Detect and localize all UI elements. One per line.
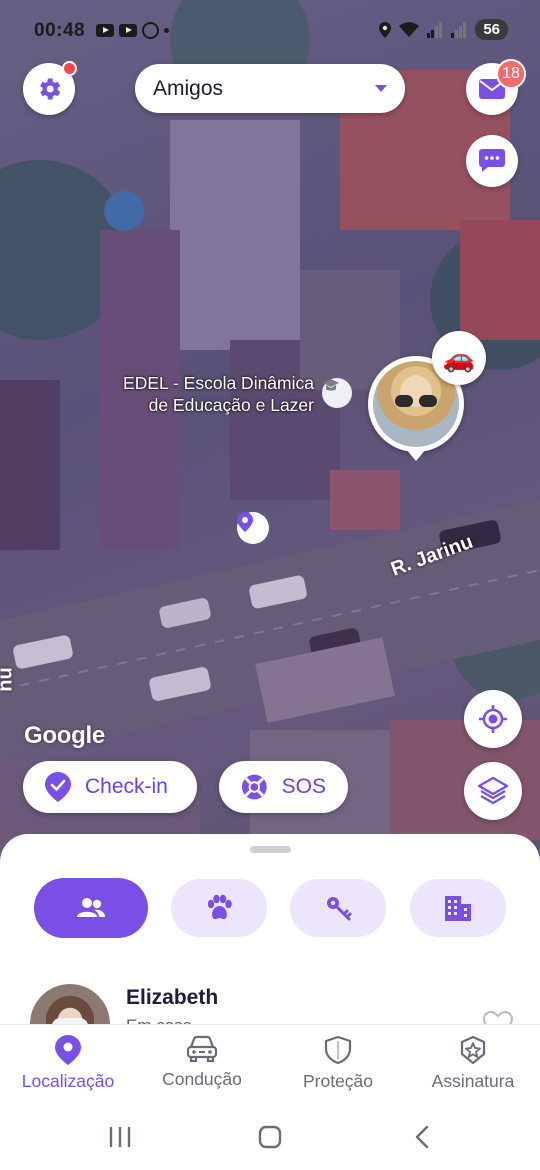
school-icon[interactable] <box>322 378 352 408</box>
bottom-sheet[interactable]: Elizabeth Em casa <box>0 834 540 1034</box>
car-icon <box>186 1035 218 1063</box>
group-selector-value: Amigos <box>153 76 224 100</box>
poi-name-line1: EDEL - Escola Dinâmica <box>123 373 314 393</box>
recent-apps-button[interactable] <box>100 1122 140 1152</box>
nav-label: Localização <box>21 1071 115 1091</box>
signal-icon <box>427 21 443 38</box>
youtube-icon <box>119 24 137 37</box>
poi-name-line2: de Educação e Lazer <box>148 395 314 415</box>
signal-icon <box>451 21 467 38</box>
shield-icon <box>324 1035 352 1065</box>
tab-buildings[interactable] <box>410 879 506 937</box>
sos-button[interactable]: SOS <box>219 761 348 813</box>
nav-protection[interactable]: Proteção <box>298 1035 378 1092</box>
people-icon <box>77 898 105 917</box>
location-icon <box>379 21 392 38</box>
sos-label: SOS <box>281 775 326 798</box>
checkin-icon <box>45 772 71 802</box>
lifebuoy-icon <box>241 774 267 800</box>
street-label-partial: nu <box>0 667 18 692</box>
nav-label: Condução <box>162 1069 242 1089</box>
chat-button[interactable] <box>466 135 518 187</box>
nav-label: Proteção <box>302 1071 374 1091</box>
crosshair-icon <box>479 705 507 733</box>
avatar-detail <box>395 395 437 407</box>
gear-icon <box>40 78 61 100</box>
recent-apps-icon <box>109 1127 131 1147</box>
tab-pets[interactable] <box>171 879 267 937</box>
poi-label[interactable]: EDEL - Escola Dinâmica de Educação e Laz… <box>123 372 314 416</box>
youtube-icon <box>96 24 114 37</box>
system-navigation-bar <box>0 1104 540 1170</box>
map-layers-button[interactable] <box>464 762 522 820</box>
buildings-icon <box>445 896 471 921</box>
whatsapp-icon <box>142 22 159 39</box>
location-pin-icon <box>55 1035 81 1065</box>
member-name: Elizabeth <box>126 986 219 1009</box>
home-icon <box>258 1125 282 1149</box>
back-icon <box>415 1125 429 1149</box>
tab-keys[interactable] <box>290 879 386 937</box>
wifi-icon <box>399 21 420 37</box>
status-time: 00:48 <box>34 20 86 41</box>
settings-notification-dot <box>62 61 77 76</box>
notification-icons <box>96 22 169 39</box>
bottom-navigation: Localização Condução Proteção Assinatura <box>0 1024 540 1104</box>
back-button[interactable] <box>402 1122 442 1152</box>
nav-driving[interactable]: Condução <box>156 1035 248 1090</box>
home-button[interactable] <box>250 1122 290 1152</box>
checkin-label: Check-in <box>85 775 168 798</box>
battery-indicator: 56 <box>475 19 508 40</box>
chevron-down-icon <box>375 85 387 92</box>
nav-location[interactable]: Localização <box>17 1035 119 1092</box>
paw-icon <box>207 894 232 920</box>
checkin-button[interactable]: Check-in <box>23 761 197 813</box>
settings-button[interactable] <box>23 61 77 115</box>
group-selector[interactable]: Amigos <box>135 64 405 113</box>
nav-subscription[interactable]: Assinatura <box>426 1035 520 1092</box>
layers-icon <box>477 776 509 805</box>
tab-friends[interactable] <box>34 878 148 938</box>
star-badge-icon <box>460 1035 486 1065</box>
system-icons: 56 <box>379 19 508 40</box>
keys-icon <box>327 897 352 921</box>
my-location-button[interactable] <box>464 690 522 748</box>
car-icon[interactable]: 🚗 <box>432 331 486 385</box>
messages-button[interactable]: 18 <box>466 59 526 115</box>
nav-label: Assinatura <box>431 1071 515 1091</box>
unread-badge: 18 <box>496 59 526 89</box>
dot-icon <box>164 28 169 33</box>
sheet-drag-handle[interactable] <box>250 846 291 853</box>
map-pin-icon[interactable] <box>237 512 269 544</box>
status-bar: 00:48 56 <box>0 0 540 62</box>
google-logo: Google <box>24 722 105 749</box>
chat-icon <box>479 149 505 172</box>
